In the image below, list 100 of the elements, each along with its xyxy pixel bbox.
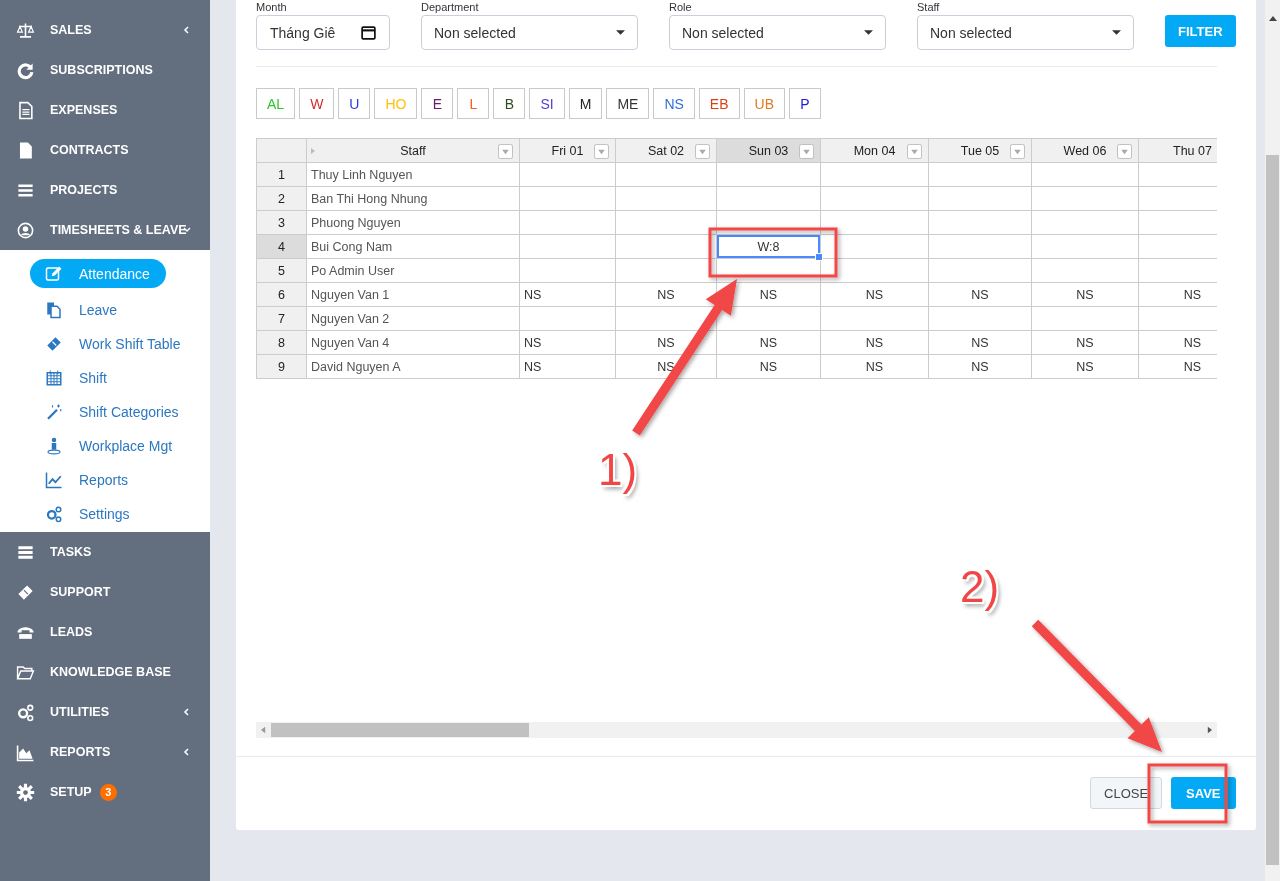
dropdown-field[interactable]: Non selected: [917, 15, 1134, 50]
row-number: 9: [256, 354, 307, 379]
submenu-item[interactable]: Shift Categories: [45, 395, 179, 429]
filter-dropdown-icon[interactable]: [907, 144, 922, 159]
wand-icon: [45, 403, 63, 421]
sidebar-item[interactable]: SUPPORT: [0, 572, 210, 612]
table-cell: Po Admin User: [306, 258, 520, 283]
close-button[interactable]: CLOSE: [1090, 777, 1163, 809]
submenu-item[interactable]: Workplace Mgt: [45, 429, 173, 463]
shift-code-button[interactable]: E: [421, 88, 454, 119]
table-cell: David Nguyen A: [306, 354, 520, 379]
column-title: Wed 06: [1063, 143, 1107, 158]
selected-cell[interactable]: W:8: [716, 234, 821, 259]
person-pin-icon: [45, 437, 63, 455]
submenu-item[interactable]: Reports: [45, 463, 129, 497]
filter-dropdown-icon[interactable]: [1117, 144, 1132, 159]
sidebar-item[interactable]: TIMESHEETS & LEAVE: [0, 210, 210, 250]
shift-code-button[interactable]: B: [493, 88, 526, 119]
submenu-item[interactable]: Shift: [45, 361, 107, 395]
shift-code-button[interactable]: P: [788, 88, 821, 119]
table-cell: NS: [820, 330, 929, 355]
document-icon: [16, 100, 35, 120]
column-title: Tue 05: [960, 143, 1000, 158]
sidebar-item[interactable]: KNOWLEDGE BASE: [0, 652, 210, 692]
corner-header: [256, 138, 307, 163]
sidebar-item[interactable]: SUBSCRIPTIONS: [0, 50, 210, 90]
dropdown-field[interactable]: Non selected: [421, 15, 638, 50]
sidebar-item[interactable]: SETUP 3: [0, 772, 210, 812]
files-icon: [45, 301, 63, 319]
save-button[interactable]: SAVE: [1171, 777, 1236, 809]
table-cell: Nguyen Van 4: [306, 330, 520, 355]
column-header[interactable]: Tue 05: [928, 138, 1032, 163]
expand-icon: [311, 148, 315, 154]
shift-code-button[interactable]: L: [457, 88, 490, 119]
annotation-label: 2): [960, 565, 1000, 609]
column-header[interactable]: Staff: [306, 138, 520, 163]
table-cell: Phuong Nguyen: [306, 210, 520, 235]
shift-code-button[interactable]: M: [568, 88, 603, 119]
column-title: Sun 03: [748, 143, 789, 158]
scale-icon: [16, 20, 35, 40]
shift-code-button[interactable]: W: [299, 88, 335, 119]
column-header[interactable]: Sat 02: [615, 138, 717, 163]
shift-code-button[interactable]: EB: [698, 88, 740, 119]
shift-code-button[interactable]: NS: [653, 88, 695, 119]
table-cell: NS: [1031, 330, 1139, 355]
notification-badge: 3: [99, 783, 117, 801]
shift-code-button[interactable]: SI: [529, 88, 565, 119]
vertical-scrollbar[interactable]: [1265, 0, 1280, 881]
table-cell: NS: [716, 354, 821, 379]
horizontal-scrollbar[interactable]: [256, 722, 1217, 738]
calendar-icon: [45, 369, 63, 387]
sidebar-item[interactable]: UTILITIES: [0, 692, 210, 732]
table-cell: NS: [519, 354, 616, 379]
area-chart-icon: [16, 742, 35, 762]
table-cell: Bui Cong Nam: [306, 234, 520, 259]
field-label: Role: [669, 1, 693, 15]
table-cell: Ban Thi Hong Nhung: [306, 186, 520, 211]
row-number: 7: [256, 306, 307, 331]
filter-dropdown-icon[interactable]: [799, 144, 814, 159]
sidebar-item[interactable]: SALES: [0, 10, 210, 50]
table-cell: Nguyen Van 1: [306, 282, 520, 307]
sidebar-item[interactable]: LEADS: [0, 612, 210, 652]
submenu-item[interactable]: Leave: [45, 293, 118, 327]
annotation-label: 1): [598, 448, 638, 492]
fill-handle[interactable]: [815, 253, 823, 261]
dropdown-field[interactable]: Non selected: [669, 15, 886, 50]
filter-dropdown-icon[interactable]: [594, 144, 609, 159]
filter-button[interactable]: FILTER: [1165, 15, 1236, 47]
column-header[interactable]: Wed 06: [1031, 138, 1139, 163]
settings-icon: [16, 782, 35, 802]
scroll-up-icon[interactable]: [1269, 16, 1277, 21]
column-header[interactable]: Fri 01: [519, 138, 616, 163]
column-header[interactable]: Sun 03: [716, 138, 821, 163]
sidebar-item[interactable]: TASKS: [0, 532, 210, 572]
sidebar-item[interactable]: CONTRACTS: [0, 130, 210, 170]
ticket-icon: [45, 335, 63, 353]
date-field[interactable]: Tháng Giê: [256, 15, 390, 50]
submenu-item[interactable]: Attendance: [30, 259, 166, 288]
sidebar-item[interactable]: PROJECTS: [0, 170, 210, 210]
filter-dropdown-icon[interactable]: [1010, 144, 1025, 159]
table-cell: NS: [928, 330, 1032, 355]
table-cell: NS: [820, 354, 929, 379]
calendar-icon: [360, 24, 377, 41]
shift-code-button[interactable]: U: [338, 88, 371, 119]
sidebar-item[interactable]: EXPENSES: [0, 90, 210, 130]
table-cell: NS: [716, 330, 821, 355]
filter-dropdown-icon[interactable]: [695, 144, 710, 159]
shift-code-button[interactable]: ME: [606, 88, 650, 119]
filter-dropdown-icon[interactable]: [498, 144, 513, 159]
column-header[interactable]: Thu 07: [1138, 138, 1217, 163]
shift-code-button[interactable]: UB: [743, 88, 785, 119]
table-cell: NS: [928, 282, 1032, 307]
sidebar-item[interactable]: REPORTS: [0, 732, 210, 772]
scroll-left-icon[interactable]: [261, 726, 266, 734]
submenu-item[interactable]: Work Shift Table: [45, 327, 181, 361]
table-cell: Nguyen Van 2: [306, 306, 520, 331]
caret-down-icon: [864, 29, 873, 36]
scroll-right-icon[interactable]: [1207, 726, 1212, 734]
column-header[interactable]: Mon 04: [820, 138, 929, 163]
submenu-item[interactable]: Settings: [45, 497, 130, 531]
